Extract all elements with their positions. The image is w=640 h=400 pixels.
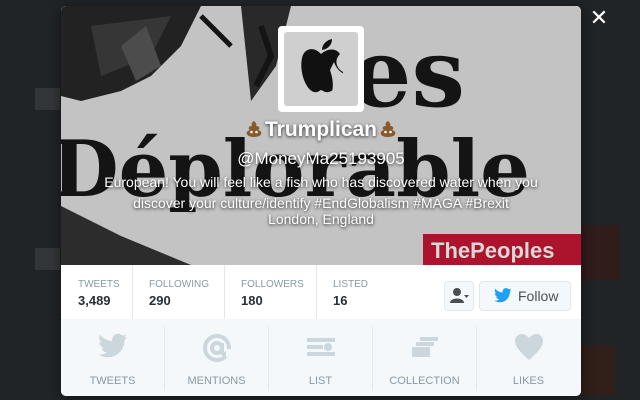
tab-label: LIST: [308, 375, 333, 387]
at-icon: [202, 334, 232, 362]
stat-label: FOLLOWING: [149, 279, 210, 290]
profile-bio: European! You will feel like a fish who …: [104, 174, 538, 211]
profile-header: es Déplorable ThePeoples Trumplican @Mon…: [61, 6, 581, 265]
collection-icon: [411, 337, 438, 357]
stat-value: 290: [149, 293, 171, 308]
user-actions-button[interactable]: [444, 281, 474, 311]
person-dropdown-icon: [450, 288, 469, 303]
stat-value: 3,489: [78, 293, 111, 308]
stat-followers[interactable]: FOLLOWERS 180: [224, 265, 317, 319]
tab-label: LIKES: [512, 375, 545, 387]
stat-value: 180: [241, 293, 263, 308]
stat-following[interactable]: FOLLOWING 290: [132, 265, 225, 319]
tab-label: COLLECTION: [389, 375, 460, 387]
tab-label: MENTIONS: [187, 375, 246, 387]
profile-tabs: TWEETS MENTIONS LIST COLLECTION LIKES: [61, 319, 581, 396]
heart-icon: [514, 334, 543, 360]
close-icon[interactable]: ✕: [588, 8, 610, 30]
apple-logo-icon: [301, 39, 344, 93]
stat-label: FOLLOWERS: [241, 279, 304, 290]
twitter-bird-icon: [494, 288, 512, 303]
follow-button-label: Follow: [518, 288, 559, 304]
stat-listed[interactable]: LISTED 16: [316, 265, 386, 319]
tab-mentions[interactable]: MENTIONS: [165, 327, 269, 391]
profile-name: Trumplican: [61, 118, 581, 142]
tab-collection[interactable]: COLLECTION: [373, 327, 477, 391]
tab-label: TWEETS: [89, 375, 136, 387]
stat-value: 16: [333, 293, 348, 308]
profile-stats: TWEETS 3,489 FOLLOWING 290 FOLLOWERS 180…: [61, 265, 581, 320]
poop-emoji-icon: [246, 121, 262, 137]
stat-label: TWEETS: [78, 279, 120, 290]
stat-tweets[interactable]: TWEETS 3,489: [61, 265, 133, 319]
profile-name-text: Trumplican: [264, 118, 378, 141]
stat-label: LISTED: [333, 279, 369, 290]
tab-tweets[interactable]: TWEETS: [61, 327, 165, 391]
list-icon: [306, 338, 335, 356]
profile-location: London, England: [268, 211, 374, 227]
tab-likes[interactable]: LIKES: [477, 327, 580, 391]
profile-card: es Déplorable ThePeoples Trumplican @Mon…: [61, 6, 581, 396]
follow-button[interactable]: Follow: [479, 281, 571, 311]
tab-list[interactable]: LIST: [269, 327, 373, 391]
poop-emoji-icon: [380, 121, 396, 137]
profile-handle[interactable]: @MoneyMa25193905: [61, 149, 581, 169]
bird-icon: [97, 333, 127, 358]
profile-avatar[interactable]: [278, 26, 364, 112]
